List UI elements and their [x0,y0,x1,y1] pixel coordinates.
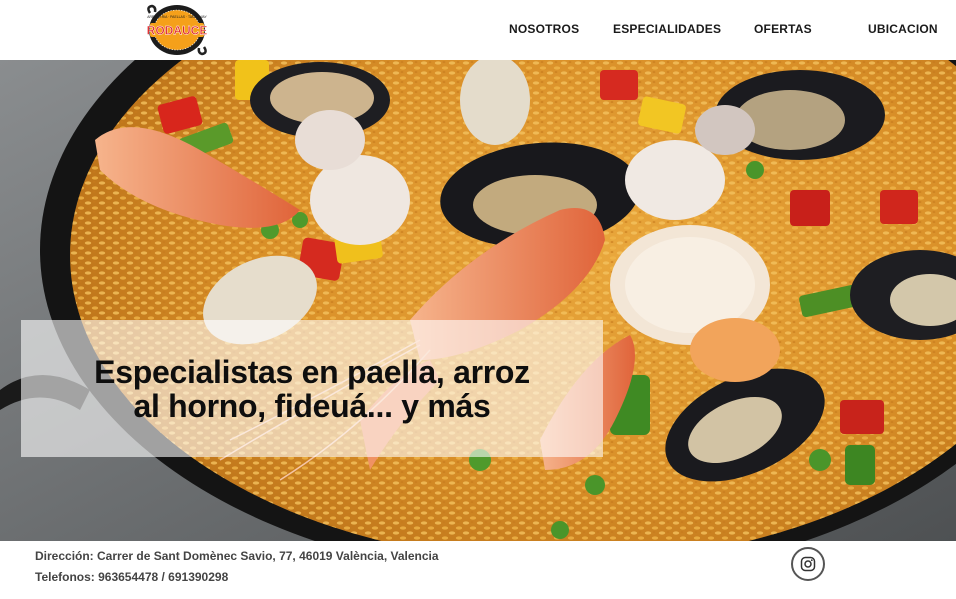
nav-especialidades[interactable]: ESPECIALIDADES [613,22,721,36]
main-nav: NOSOTROS ESPECIALIDADES OFERTAS UBICACIO… [0,0,956,60]
headline-overlay: Especialistas en paella, arroz al horno,… [21,320,603,457]
nav-ofertas[interactable]: OFERTAS [754,22,812,36]
instagram-button[interactable] [791,547,825,581]
address-text: Dirección: Carrer de Sant Domènec Savio,… [35,549,439,563]
hero-banner: Especialistas en paella, arroz al horno,… [0,60,956,541]
site-header: RODAUCE ARROCERIA · PAELLAS · TAKE AWAY … [0,0,956,60]
seafood-paella-photo [0,60,956,541]
instagram-icon [800,556,816,572]
nav-nosotros[interactable]: NOSOTROS [509,22,579,36]
phone-text: Telefonos: 963654478 / 691390298 [35,570,229,584]
nav-ubicacion[interactable]: UBICACION [868,22,938,36]
site-footer: Dirección: Carrer de Sant Domènec Savio,… [0,541,956,599]
hero-headline: Especialistas en paella, arroz al horno,… [94,353,530,424]
